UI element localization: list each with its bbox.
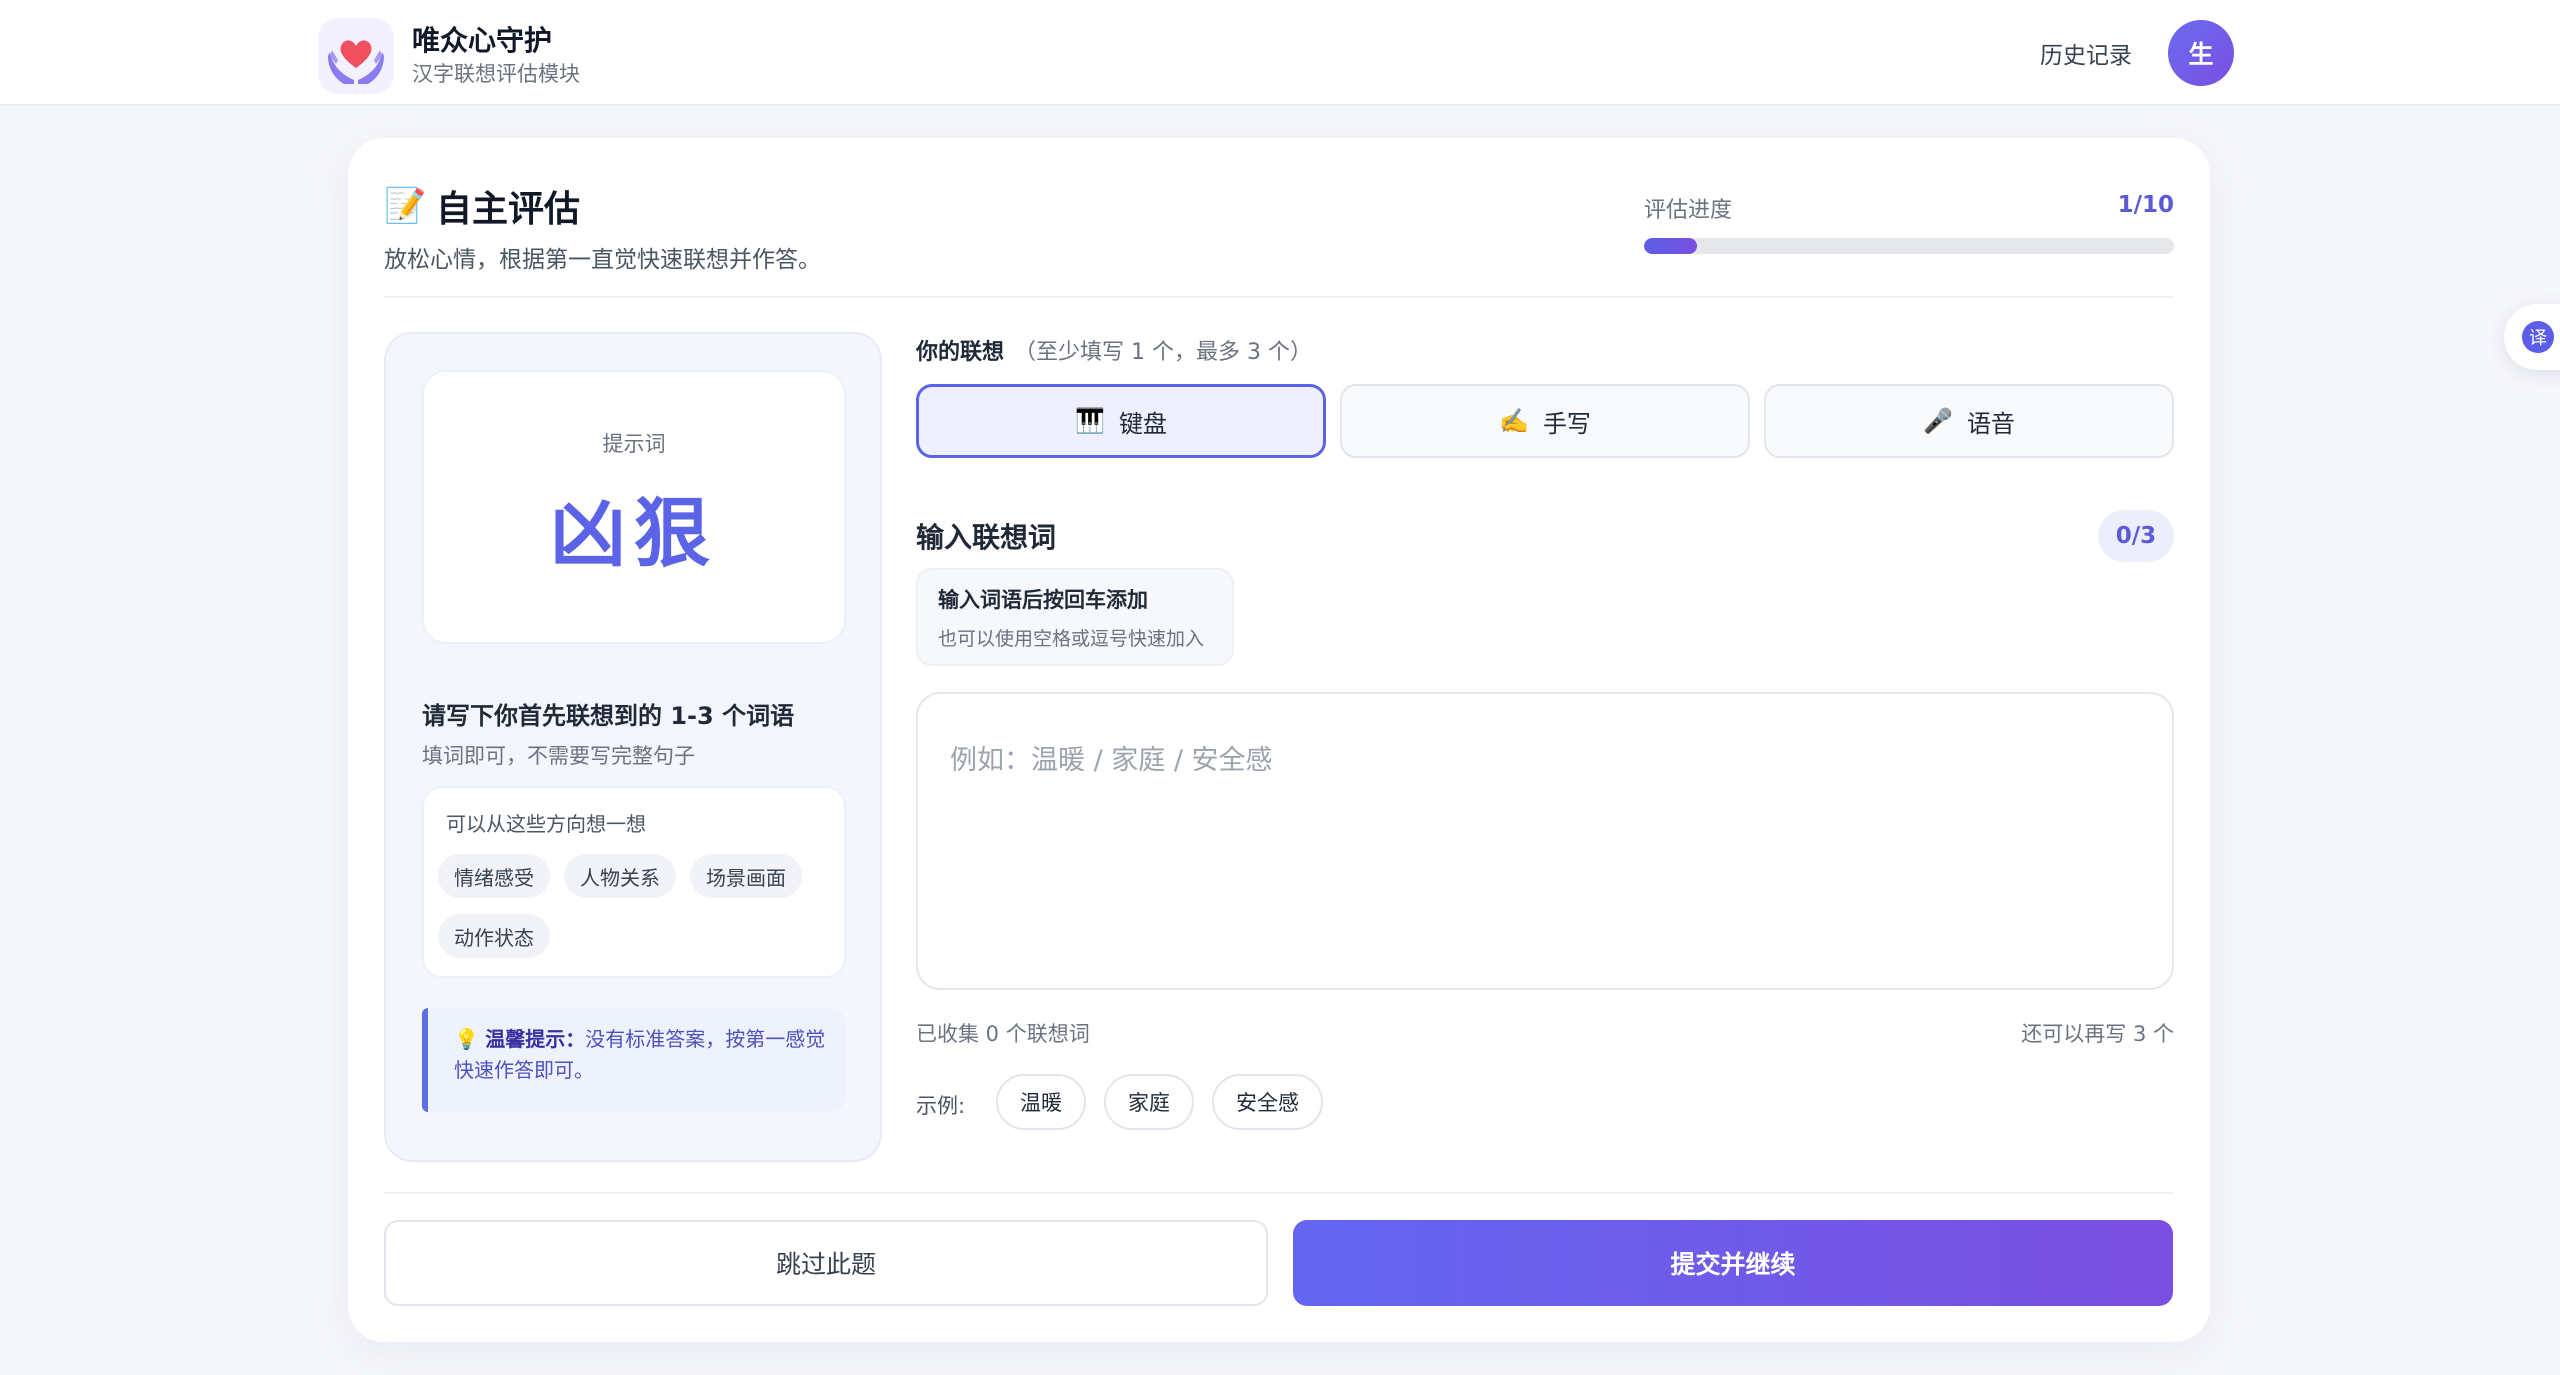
prompt-word: 凶狠	[550, 489, 718, 578]
mode-label: 手写	[1542, 409, 1591, 438]
example-chip[interactable]: 安全感	[1212, 1074, 1323, 1130]
mode-label: 语音	[1966, 409, 2015, 438]
prompt-card: 提示词 凶狠	[422, 370, 846, 644]
submit-button[interactable]: 提交并继续	[1293, 1220, 2173, 1306]
progress-value: 1/10	[2117, 192, 2174, 218]
word-count-badge: 0/3	[2098, 510, 2174, 562]
mode-keyboard-button[interactable]: 🎹 键盘	[916, 384, 1326, 458]
direction-chip[interactable]: 人物关系	[564, 854, 676, 898]
writing-hand-icon: ✍️	[1499, 407, 1529, 435]
microphone-icon: 🎤	[1923, 407, 1953, 435]
association-input[interactable]: 例如：温暖 / 家庭 / 安全感	[916, 692, 2174, 990]
brand[interactable]: 唯众心守护 汉字联想评估模块	[318, 18, 580, 94]
input-title: 输入联想词	[916, 521, 1057, 554]
input-hint-box: 输入词语后按回车添加 也可以使用空格或逗号快速加入	[916, 568, 1234, 666]
assessment-card: 📝 自主评估 放松心情，根据第一直觉快速联想并作答。 评估进度 1/10 提示词…	[348, 138, 2210, 1342]
directions-title: 可以从这些方向想一想	[446, 812, 646, 836]
hint-main: 输入词语后按回车添加	[938, 588, 1148, 612]
prompt-panel: 提示词 凶狠 请写下你首先联想到的 1-3 个词语 填词即可，不需要写完整句子 …	[384, 332, 882, 1162]
mode-voice-button[interactable]: 🎤 语音	[1764, 384, 2174, 458]
tip-box: 💡 温馨提示：没有标准答案，按第一感觉快速作答即可。	[422, 1008, 846, 1112]
mode-handwriting-button[interactable]: ✍️ 手写	[1340, 384, 1750, 458]
heart-in-hands-icon	[318, 18, 394, 94]
remaining-count: 还可以再写 3 个	[2021, 1022, 2174, 1046]
direction-chip[interactable]: 动作状态	[438, 914, 550, 958]
page-title: 自主评估	[436, 189, 581, 230]
direction-chip[interactable]: 情绪感受	[438, 854, 550, 898]
progress-section: 评估进度 1/10	[1644, 192, 2174, 254]
association-hint: （至少填写 1 个，最多 3 个）	[1014, 340, 1312, 365]
tip-label: 温馨提示：	[485, 1027, 586, 1051]
progress-bar	[1644, 238, 2174, 254]
examples-label: 示例:	[916, 1094, 966, 1118]
example-chip[interactable]: 家庭	[1104, 1074, 1194, 1130]
prompt-label: 提示词	[602, 432, 666, 456]
footer-divider	[384, 1192, 2174, 1194]
instruction-title: 请写下你首先联想到的 1-3 个词语	[422, 702, 795, 730]
hint-sub: 也可以使用空格或逗号快速加入	[938, 628, 1205, 650]
association-label-text: 你的联想	[916, 340, 1005, 365]
history-link[interactable]: 历史记录	[2040, 36, 2132, 70]
example-chip[interactable]: 温暖	[996, 1074, 1086, 1130]
avatar[interactable]: 生	[2168, 20, 2234, 86]
skip-button[interactable]: 跳过此题	[384, 1220, 1268, 1306]
brand-subtitle: 汉字联想评估模块	[412, 62, 580, 86]
header-divider	[384, 296, 2174, 298]
page-subtitle: 放松心情，根据第一直觉快速联想并作答。	[384, 247, 821, 273]
progress-bar-fill	[1644, 238, 1697, 254]
progress-label: 评估进度	[1644, 198, 1733, 223]
translate-icon: 译	[2522, 321, 2554, 353]
association-label: 你的联想 （至少填写 1 个，最多 3 个）	[916, 334, 1312, 366]
directions-box: 可以从这些方向想一想 情绪感受 人物关系 场景画面 动作状态	[422, 786, 846, 978]
direction-chip[interactable]: 场景画面	[690, 854, 802, 898]
top-bar: 唯众心守护 汉字联想评估模块 历史记录 生	[0, 0, 2560, 106]
instruction-subtitle: 填词即可，不需要写完整句子	[422, 744, 695, 768]
brand-title: 唯众心守护	[412, 24, 553, 57]
translate-button[interactable]: 译	[2504, 304, 2560, 370]
collected-count: 已收集 0 个联想词	[916, 1022, 1090, 1046]
piano-keys-icon: 🎹	[1075, 407, 1105, 435]
mode-label: 键盘	[1118, 409, 1167, 438]
lightbulb-icon: 💡	[454, 1027, 479, 1051]
memo-icon: 📝	[384, 186, 427, 226]
